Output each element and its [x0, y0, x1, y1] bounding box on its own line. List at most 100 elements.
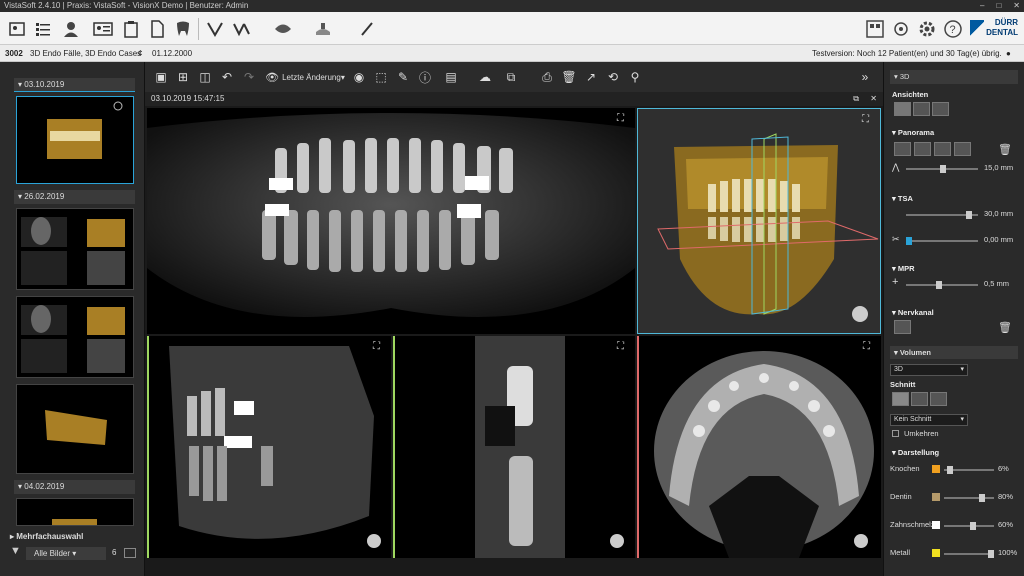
- patient-image-icon[interactable]: [6, 18, 28, 40]
- window-titlebar: VistaSoft 2.4.10 | Praxis: VistaSoft - V…: [0, 0, 1024, 12]
- material-color-swatch[interactable]: [932, 465, 940, 473]
- tsa-slider-1[interactable]: [906, 211, 978, 219]
- selection-icon[interactable]: ⬚: [373, 70, 389, 84]
- maximize-pane-icon[interactable]: ⛶: [373, 341, 385, 353]
- rotate-left-icon[interactable]: ↶: [219, 70, 235, 84]
- material-color-swatch[interactable]: [932, 549, 940, 557]
- thumbnail-3d-volume[interactable]: [16, 384, 134, 474]
- thumbnail-3d-volume[interactable]: [16, 96, 134, 184]
- axial-view[interactable]: ⛶: [637, 336, 881, 558]
- sagittal-view[interactable]: ⛶: [147, 336, 391, 558]
- info-icon[interactable]: ⓘ: [417, 70, 433, 85]
- tooth-icon[interactable]: [172, 18, 194, 40]
- material-opacity-slider[interactable]: [944, 494, 994, 502]
- user-status-icon[interactable]: ●: [1006, 45, 1011, 62]
- expand-panel-icon[interactable]: »: [857, 70, 873, 84]
- measure-icon[interactable]: ✎: [395, 70, 411, 84]
- trash-icon[interactable]: 🗑: [998, 321, 1012, 334]
- grid-icon[interactable]: ⊞: [175, 70, 191, 84]
- section-3d-header[interactable]: ▾ 3D: [890, 70, 1018, 84]
- maximize-button[interactable]: □: [996, 0, 1001, 12]
- volume-3d-view[interactable]: ⛶: [637, 108, 881, 334]
- pano-preset-button[interactable]: [954, 142, 971, 156]
- maximize-pane-icon[interactable]: ⛶: [863, 341, 875, 353]
- nerve-canal-button[interactable]: [894, 320, 911, 334]
- material-opacity-slider[interactable]: [944, 466, 994, 474]
- help-icon[interactable]: ?: [942, 18, 964, 40]
- settings-icon[interactable]: [916, 18, 938, 40]
- user-icon[interactable]: [60, 18, 82, 40]
- compare-icon[interactable]: ◫: [197, 70, 213, 84]
- trash-icon[interactable]: 🗑: [998, 143, 1012, 156]
- intraoral-icon[interactable]: [204, 18, 226, 40]
- close-view-icon[interactable]: ✕: [870, 92, 877, 106]
- maximize-pane-icon[interactable]: ⛶: [862, 114, 874, 126]
- visibility-icon[interactable]: ◉: [351, 70, 367, 84]
- filter-icon[interactable]: ▼: [10, 545, 21, 557]
- pano-preset-button[interactable]: [894, 142, 911, 156]
- material-opacity-slider[interactable]: [944, 550, 994, 558]
- tsa-slider-2[interactable]: [906, 237, 978, 245]
- pen-icon[interactable]: [356, 18, 378, 40]
- report-icon[interactable]: ▤: [443, 70, 459, 84]
- cut-mode-button[interactable]: [930, 392, 947, 406]
- clipboard-icon[interactable]: [120, 18, 142, 40]
- pano-preset-button[interactable]: [914, 142, 931, 156]
- multiselect-toggle[interactable]: ▸ Mehrfachauswahl: [0, 530, 145, 544]
- view-panorama-button[interactable]: [894, 102, 911, 116]
- panorama-view[interactable]: ⛶: [147, 108, 635, 334]
- layout-icon[interactable]: ▣: [153, 70, 169, 84]
- cut-mode-button[interactable]: [892, 392, 909, 406]
- material-opacity-slider[interactable]: [944, 522, 994, 530]
- cloud-icon[interactable]: ☁: [477, 70, 493, 84]
- close-window-button[interactable]: ✕: [1013, 0, 1020, 12]
- maximize-pane-icon[interactable]: ⛶: [617, 341, 629, 353]
- print-icon[interactable]: ⎙: [539, 70, 555, 84]
- cross-section-view[interactable]: ⛶: [393, 336, 635, 558]
- patient-name[interactable]: 3D Endo Fälle, 3D Endo Cases: [30, 45, 141, 62]
- filter-select[interactable]: Alle Bilder ▾: [26, 547, 106, 560]
- panorama-label: ▾ Panorama: [892, 128, 935, 137]
- maximize-pane-icon[interactable]: ⛶: [617, 113, 629, 125]
- thumbnail-mpr[interactable]: [16, 208, 134, 290]
- date-group-header[interactable]: ▾ 26.02.2019: [14, 190, 135, 204]
- gallery-icon[interactable]: [124, 548, 136, 558]
- view-tsa-button[interactable]: [913, 102, 930, 116]
- export-icon[interactable]: ⧉: [503, 70, 519, 84]
- workstation-icon[interactable]: [864, 18, 886, 40]
- thumbnail-mpr[interactable]: [16, 296, 134, 378]
- date-group-header[interactable]: ▾ 04.02.2019: [14, 480, 135, 494]
- view-mpr-button[interactable]: [932, 102, 949, 116]
- implant-icon[interactable]: ⚲: [627, 70, 643, 84]
- thickness-icon: ⋀: [892, 162, 900, 172]
- xray-icon[interactable]: [232, 18, 254, 40]
- patient-dob: 01.12.2000: [152, 49, 193, 58]
- material-color-swatch[interactable]: [932, 521, 940, 529]
- cut-select[interactable]: Kein Schnitt ▾: [890, 414, 968, 426]
- cut-mode-button[interactable]: [911, 392, 928, 406]
- popout-icon[interactable]: ⧉: [853, 92, 859, 106]
- material-color-swatch[interactable]: [932, 493, 940, 501]
- panorama-icon[interactable]: [272, 18, 294, 40]
- volume-select[interactable]: 3D ▾: [890, 364, 968, 376]
- material-label: Knochen: [890, 464, 920, 473]
- annotate-icon[interactable]: ⟲: [605, 70, 621, 84]
- pano-preset-button[interactable]: [934, 142, 951, 156]
- document-icon[interactable]: [146, 18, 168, 40]
- last-change-button[interactable]: 👁 Letzte Änderung ▾: [265, 70, 345, 84]
- panorama-thickness-slider[interactable]: [906, 165, 978, 173]
- date-group-header[interactable]: ▾ 03.10.2019: [14, 78, 135, 92]
- patient-card-icon[interactable]: [92, 18, 114, 40]
- delete-icon[interactable]: 🗑: [561, 70, 577, 84]
- minimize-button[interactable]: –: [980, 0, 984, 12]
- patient-list-icon[interactable]: [32, 18, 54, 40]
- volume-header[interactable]: ▾ Volumen: [890, 346, 1018, 359]
- ceph-icon[interactable]: [312, 18, 334, 40]
- rotate-right-icon[interactable]: ↷: [241, 70, 257, 84]
- thumbnail-3d-volume[interactable]: [16, 498, 134, 526]
- share-icon[interactable]: ↗: [583, 70, 599, 84]
- mpr-slider[interactable]: [906, 281, 978, 289]
- invert-checkbox[interactable]: [892, 430, 899, 437]
- material-value: 6%: [998, 464, 1009, 473]
- network-icon[interactable]: [890, 18, 912, 40]
